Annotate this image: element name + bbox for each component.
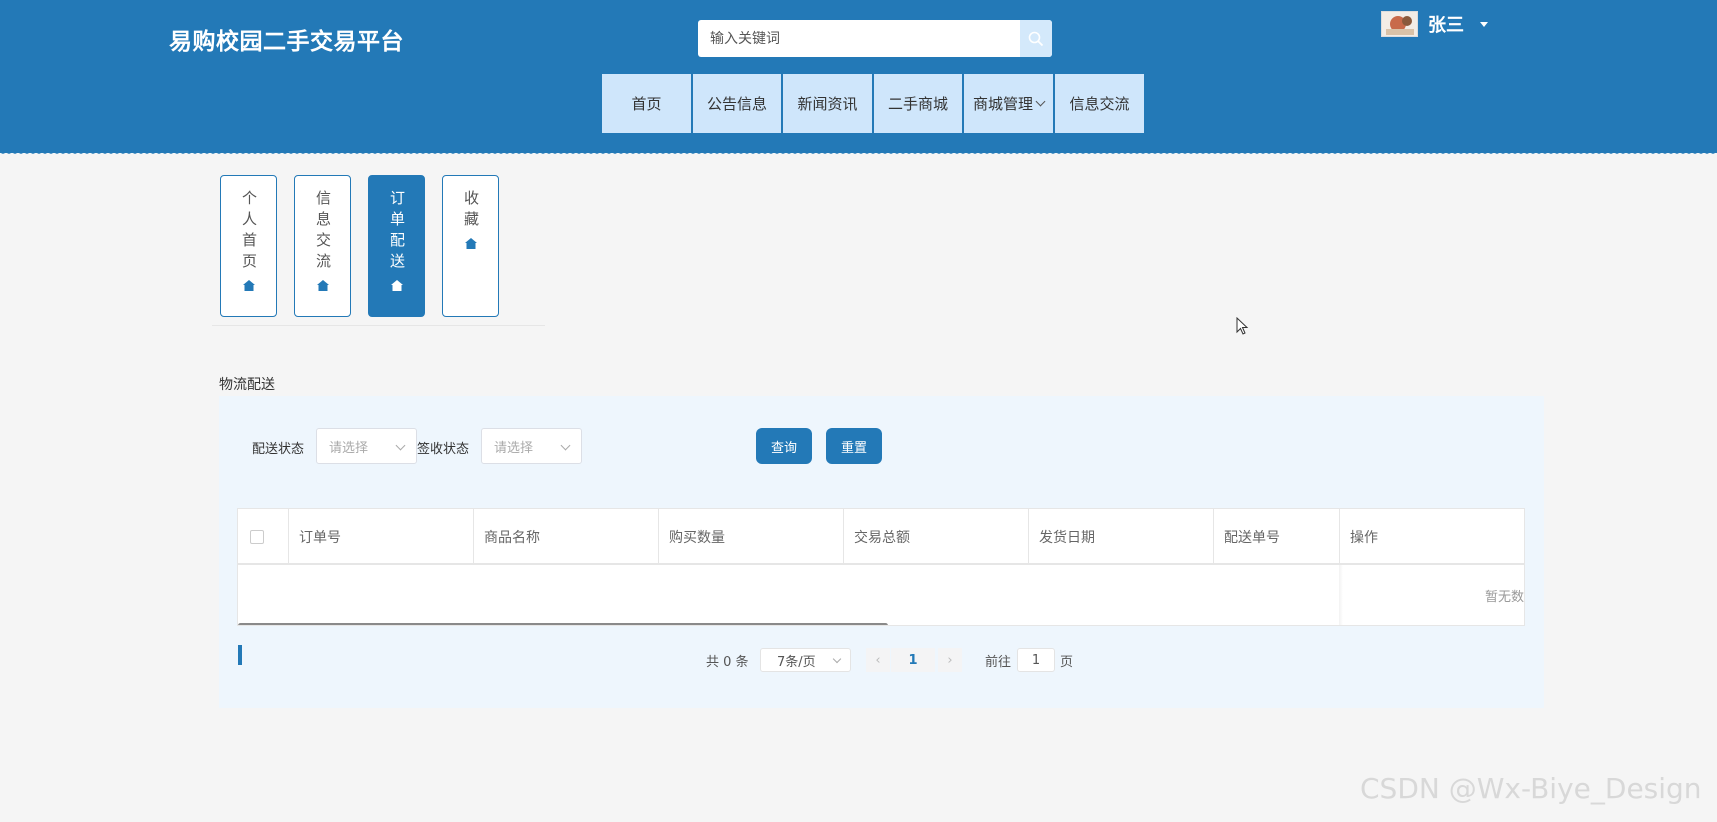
header-bar: 易购校园二手交易平台 张三 首页 公告信息 新闻资讯 二手商城 商城管理 信息交… xyxy=(0,0,1717,153)
next-page-button[interactable]: › xyxy=(938,648,962,672)
search-icon xyxy=(1028,31,1044,46)
chevron-down-icon xyxy=(560,440,571,451)
side-tab-order-delivery[interactable]: 订单配送 xyxy=(368,175,425,317)
mouse-cursor-icon xyxy=(1236,317,1249,335)
horizontal-scrollbar[interactable] xyxy=(238,623,888,625)
column-header-product-name[interactable]: 商品名称 xyxy=(474,509,659,565)
watermark: CSDN @Wx-Biye_Design xyxy=(1360,772,1702,805)
home-icon xyxy=(316,280,329,291)
section-title: 物流配送 xyxy=(219,377,275,393)
side-tab-personal-home[interactable]: 个人首页 xyxy=(220,175,277,317)
goto-label: 前往 xyxy=(985,655,1012,670)
header-scalloped-edge xyxy=(0,151,1717,157)
select-all-column xyxy=(238,509,289,565)
chevron-down-icon xyxy=(1035,96,1046,107)
query-button[interactable]: 查询 xyxy=(756,428,812,464)
divider xyxy=(212,325,545,326)
column-header-total-amount[interactable]: 交易总额 xyxy=(844,509,1029,565)
home-icon xyxy=(390,280,403,291)
page-size-select[interactable]: 7条/页 xyxy=(760,648,851,672)
nav-item-mall-management[interactable]: 商城管理 xyxy=(964,74,1053,133)
search-button[interactable] xyxy=(1020,20,1052,57)
caret-down-icon[interactable] xyxy=(1480,21,1488,27)
chevron-left-icon: ‹ xyxy=(875,652,881,668)
accent-bar xyxy=(238,645,242,665)
user-menu[interactable]: 张三 xyxy=(1381,10,1488,38)
main-nav: 首页 公告信息 新闻资讯 二手商城 商城管理 信息交流 xyxy=(602,74,1146,133)
column-header-ship-date[interactable]: 发货日期 xyxy=(1029,509,1214,565)
receipt-status-select[interactable]: 请选择 xyxy=(481,428,582,464)
select-all-checkbox[interactable] xyxy=(250,530,264,544)
search-box xyxy=(698,20,1052,57)
home-icon xyxy=(464,238,477,249)
pagination-total: 共 0 条 xyxy=(706,655,749,670)
table-header: 订单号 商品名称 购买数量 交易总额 发货日期 配送单号 操作 xyxy=(238,509,1524,565)
page-unit-label: 页 xyxy=(1060,655,1074,670)
username[interactable]: 张三 xyxy=(1428,11,1464,37)
goto-page-input[interactable] xyxy=(1017,648,1055,672)
column-header-delivery-no[interactable]: 配送单号 xyxy=(1214,509,1340,565)
side-tab-messages[interactable]: 信息交流 xyxy=(294,175,351,317)
nav-item-news[interactable]: 新闻资讯 xyxy=(783,74,872,133)
chevron-down-icon xyxy=(395,440,406,451)
nav-item-second-hand-mall[interactable]: 二手商城 xyxy=(874,74,962,133)
empty-table-text: 暂无数 xyxy=(1484,590,1524,605)
page-number-current[interactable]: 1 xyxy=(891,648,935,672)
side-tab-favorites[interactable]: 收藏 xyxy=(442,175,499,317)
receipt-status-label: 签收状态 xyxy=(417,442,470,457)
nav-item-home[interactable]: 首页 xyxy=(602,74,691,133)
avatar xyxy=(1381,11,1418,37)
column-header-order-no[interactable]: 订单号 xyxy=(289,509,474,565)
reset-button[interactable]: 重置 xyxy=(826,428,882,464)
delivery-status-label: 配送状态 xyxy=(252,442,305,457)
site-title[interactable]: 易购校园二手交易平台 xyxy=(169,22,404,56)
chevron-right-icon: › xyxy=(947,652,953,668)
nav-item-messages[interactable]: 信息交流 xyxy=(1055,74,1144,133)
home-icon xyxy=(242,280,255,291)
fixed-column-shadow xyxy=(1339,565,1343,625)
profile-side-tabs: 个人首页 信息交流 订单配送 收藏 xyxy=(220,175,516,317)
delivery-table: 订单号 商品名称 购买数量 交易总额 发货日期 配送单号 操作 暂无数 xyxy=(237,508,1525,626)
search-input[interactable] xyxy=(698,20,1020,57)
column-header-quantity[interactable]: 购买数量 xyxy=(659,509,844,565)
nav-item-announcements[interactable]: 公告信息 xyxy=(693,74,781,133)
chevron-down-icon xyxy=(832,654,842,664)
column-header-actions: 操作 xyxy=(1350,530,1378,546)
delivery-status-select[interactable]: 请选择 xyxy=(316,428,417,464)
prev-page-button[interactable]: ‹ xyxy=(866,648,890,672)
